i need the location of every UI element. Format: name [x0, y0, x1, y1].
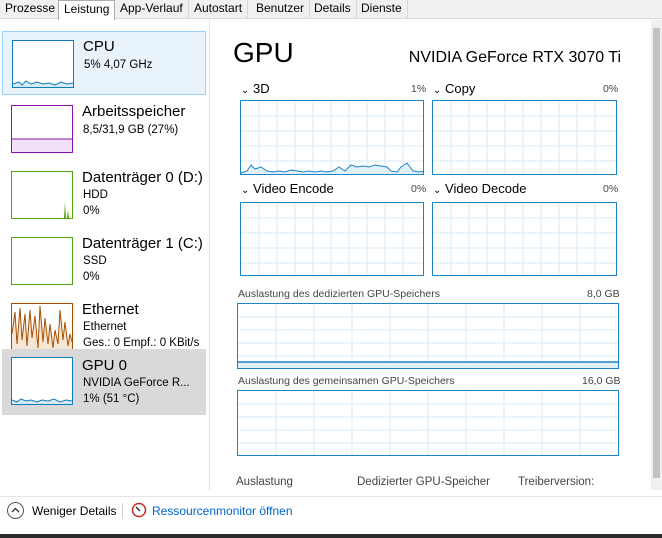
dedicated-memory-label: Auslastung des dedizierten GPU-Speichers [238, 288, 440, 300]
tab-details[interactable]: Details [309, 0, 357, 19]
tab-dienste[interactable]: Dienste [356, 0, 408, 19]
fewer-details-link[interactable]: Weniger Details [32, 504, 116, 518]
sidebar-item-line: 0% [83, 271, 100, 283]
sidebar-item-disk-0[interactable]: Datenträger 0 (D:) HDD 0% [2, 163, 206, 227]
sidebar-item-line: 5% 4,07 GHz [84, 59, 153, 71]
engine-selector-3d[interactable]: ⌄ 3D [241, 81, 270, 96]
graph-shared-memory [237, 390, 619, 456]
graph-dedicated-memory [237, 303, 619, 369]
collapse-details-icon[interactable] [7, 502, 24, 519]
gpu-model-name: NVIDIA GeForce RTX 3070 Ti [408, 49, 621, 66]
page-title: GPU [233, 37, 294, 68]
stat-label-driver-version: Treiberversion: [518, 476, 595, 488]
gpu-thumbnail-graph [11, 357, 73, 405]
resource-monitor-icon[interactable] [131, 502, 147, 518]
sidebar-item-disk-1[interactable]: Datenträger 1 (C:) SSD 0% [2, 229, 206, 293]
sidebar-item-title: Arbeitsspeicher [82, 103, 186, 120]
shared-memory-label: Auslastung des gemeinsamen GPU-Speichers [238, 375, 455, 387]
engine-name: Video Encode [253, 181, 334, 196]
engine-percent: 1% [411, 83, 427, 95]
sidebar-item-title: Datenträger 1 (C:) [82, 235, 203, 252]
disk1-thumbnail-graph [11, 237, 73, 285]
gpu-detail-panel: GPU NVIDIA GeForce RTX 3070 Ti ⌄ 3D 1% ⌄… [211, 20, 651, 490]
tab-prozesse[interactable]: Prozesse [0, 0, 62, 19]
disk0-thumbnail-graph [11, 171, 73, 219]
dedicated-memory-max: 8,0 GB [587, 288, 620, 300]
tab-autostart[interactable]: Autostart [189, 0, 249, 19]
engine-selector-video-encode[interactable]: ⌄ Video Encode [241, 181, 334, 196]
graph-copy [432, 100, 617, 175]
tab-leistung[interactable]: Leistung [58, 0, 116, 20]
sidebar-item-title: CPU [83, 38, 115, 55]
sidebar-item-line: HDD [83, 189, 108, 201]
tab-bar: Prozesse Leistung App-Verlauf Autostart … [0, 0, 662, 20]
stat-label-dedicated-memory: Dedizierter GPU-Speicher [357, 476, 490, 488]
performance-sidebar: CPU 5% 4,07 GHz Arbeitsspeicher 8,5/31,9… [0, 20, 210, 490]
footer-bar: Weniger Details Ressourcenmonitor öffnen [0, 496, 662, 534]
sidebar-item-memory[interactable]: Arbeitsspeicher 8,5/31,9 GB (27%) [2, 97, 206, 161]
chevron-down-icon: ⌄ [241, 85, 250, 96]
sidebar-item-line: 1% (51 °C) [83, 393, 140, 405]
engine-percent: 0% [603, 83, 619, 95]
engine-percent: 0% [603, 183, 619, 195]
engine-name: Copy [445, 81, 476, 96]
memory-thumbnail-graph [11, 105, 73, 153]
stat-label-utilization: Auslastung [236, 476, 293, 488]
graph-video-decode [432, 202, 617, 276]
sidebar-item-line: Ethernet [83, 321, 127, 333]
chevron-down-icon: ⌄ [433, 185, 442, 196]
sidebar-item-line: 0% [83, 205, 100, 217]
chevron-down-icon: ⌄ [241, 185, 250, 196]
sidebar-item-line: 8,5/31,9 GB (27%) [83, 124, 179, 136]
cpu-thumbnail-graph [12, 40, 74, 88]
sidebar-item-gpu-0[interactable]: GPU 0 NVIDIA GeForce R... 1% (51 °C) [2, 349, 206, 415]
ethernet-thumbnail-graph [11, 303, 73, 351]
engine-name: Video Decode [445, 181, 527, 196]
sidebar-item-title: GPU 0 [82, 357, 128, 374]
vertical-scrollbar[interactable] [651, 20, 662, 490]
sidebar-item-title: Datenträger 0 (D:) [82, 169, 203, 186]
engine-name: 3D [253, 81, 270, 96]
window-bottom-edge [0, 534, 662, 538]
sidebar-item-line: SSD [83, 255, 107, 267]
sidebar-item-cpu[interactable]: CPU 5% 4,07 GHz [2, 31, 206, 95]
footer-divider [122, 503, 123, 519]
shared-memory-max: 16,0 GB [582, 375, 621, 387]
tab-benutzer[interactable]: Benutzer [251, 0, 311, 19]
engine-selector-copy[interactable]: ⌄ Copy [433, 81, 475, 96]
sidebar-item-title: Ethernet [82, 301, 139, 318]
engine-percent: 0% [411, 183, 427, 195]
sidebar-item-line: NVIDIA GeForce R... [83, 377, 190, 389]
open-resource-monitor-link[interactable]: Ressourcenmonitor öffnen [152, 504, 293, 518]
scrollbar-thumb[interactable] [653, 28, 660, 478]
graph-video-encode [240, 202, 424, 276]
graph-3d [240, 100, 424, 175]
sidebar-item-line: Ges.: 0 Empf.: 0 KBit/s [83, 337, 200, 349]
tab-app-verlauf[interactable]: App-Verlauf [115, 0, 189, 19]
chevron-down-icon: ⌄ [433, 85, 442, 96]
engine-selector-video-decode[interactable]: ⌄ Video Decode [433, 181, 526, 196]
